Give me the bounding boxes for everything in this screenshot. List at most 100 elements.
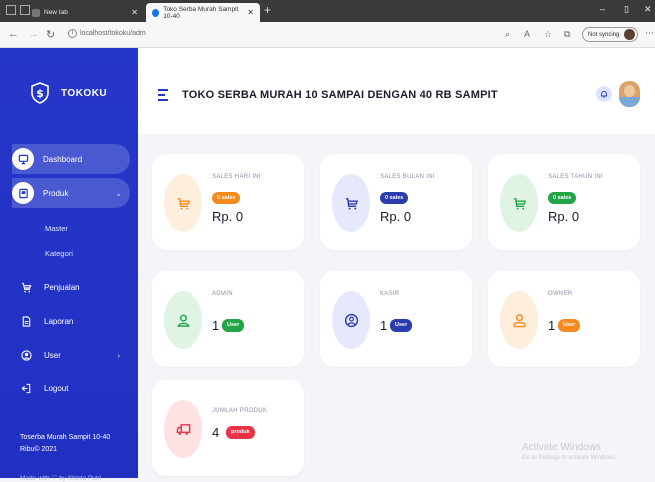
sidebar-item-label: Dashboard <box>43 154 83 164</box>
url-input[interactable]: localhost/tokoku/adm <box>80 30 146 37</box>
status-badge: User <box>222 319 245 332</box>
chevron-right-icon: › <box>117 350 120 360</box>
sidebar-item-penjualan[interactable]: Penjualan <box>20 272 80 302</box>
footer-credit: Made with ♡ by Shinta Putri <box>20 475 102 482</box>
profile-avatar <box>624 29 635 40</box>
user-avatar[interactable] <box>619 81 640 107</box>
card-label: JUMLAH PRODUK <box>212 408 268 414</box>
sidebar-subitem-master[interactable]: Master <box>45 224 68 233</box>
forward-icon[interactable]: → <box>28 28 39 40</box>
search-icon[interactable]: ⌕ <box>505 29 510 40</box>
card-count: 4 <box>212 425 220 440</box>
cart-icon <box>332 174 370 232</box>
status-badge: User <box>390 319 413 332</box>
document-icon <box>20 315 32 327</box>
sidebar-item-label: Logout <box>44 383 69 393</box>
more-icon[interactable]: ⋯ <box>645 28 654 39</box>
card-sales-month: SALES BULAN INI 0 sales Rp. 0 <box>320 154 472 250</box>
card-count: 1 <box>212 318 220 333</box>
card-count: 1 <box>548 318 556 333</box>
user-icon <box>500 291 538 349</box>
address-bar-row: ← → ↻ i localhost/tokoku/adm ⌕ A ☆ ⧉ Not… <box>0 22 655 48</box>
sidebar-item-label: Produk <box>43 188 69 198</box>
cart-icon <box>164 174 202 232</box>
footer-line1: Toserba Murah Sampit 10-40 <box>20 434 111 441</box>
card-label: KASIR <box>380 291 400 297</box>
card-label: SALES HARI INI <box>212 174 261 180</box>
tab-label: New tab <box>44 9 68 16</box>
sidebar-item-label: Laporan <box>44 316 74 326</box>
tab-active[interactable]: Toko Serba Murah Sampit 10-40 ✕ <box>146 3 260 22</box>
sidebar-item-laporan[interactable]: Laporan <box>20 306 73 336</box>
sidebar-item-dashboard[interactable]: Dashboard <box>12 144 130 174</box>
sidebar-item-logout[interactable]: Logout <box>20 373 68 403</box>
card-label: OWNER <box>548 291 573 297</box>
monitor-icon <box>12 148 34 170</box>
new-tab-icon[interactable]: + <box>264 3 271 17</box>
cart-icon <box>20 281 32 293</box>
windows-activation-watermark: Activate Windows Go to Settings to activ… <box>522 442 617 461</box>
card-label: SALES BULAN INI <box>380 174 435 180</box>
status-badge: User <box>558 319 581 332</box>
cart-icon <box>500 174 538 232</box>
close-tab-icon[interactable]: ✕ <box>247 8 254 17</box>
watermark-subtitle: Go to Settings to activate Windows. <box>522 455 617 461</box>
info-icon[interactable]: i <box>68 29 77 38</box>
minimize-icon[interactable]: – <box>600 4 605 14</box>
sidebar-item-user[interactable]: User › <box>20 340 128 370</box>
sync-label: Not syncing <box>588 31 620 38</box>
page-title: TOKO SERBA MURAH 10 SAMPAI DENGAN 40 RB … <box>182 89 498 101</box>
brand-name: TOKOKU <box>61 87 108 99</box>
tab-favicon-icon <box>152 8 160 17</box>
notification-bell-icon[interactable] <box>596 86 612 102</box>
card-label: SALES TAHUN INI <box>548 174 603 180</box>
card-label: ADMIN <box>212 291 233 297</box>
close-window-icon[interactable]: ✕ <box>644 4 652 15</box>
menu-toggle-icon[interactable] <box>158 89 168 104</box>
brand[interactable]: $ TOKOKU <box>31 82 107 104</box>
globe-user-icon <box>332 291 370 349</box>
user-icon <box>164 291 202 349</box>
card-count: 1 <box>380 318 388 333</box>
card-value: Rp. 0 <box>380 209 412 224</box>
card-kasir: KASIR 1 User <box>320 271 472 367</box>
truck-icon <box>164 400 202 458</box>
status-badge: 0 sales <box>212 192 241 204</box>
read-aloud-icon[interactable]: A <box>524 29 530 39</box>
logout-icon <box>20 382 32 394</box>
status-badge: produk <box>226 426 255 439</box>
sidebar-item-label: User <box>44 350 61 360</box>
close-tab-icon[interactable]: ✕ <box>131 8 138 17</box>
back-icon[interactable]: ← <box>8 28 19 40</box>
chevron-down-icon: ⌄ <box>115 188 122 198</box>
refresh-icon[interactable]: ↻ <box>46 28 55 41</box>
sidebar-footer: Toserba Murah Sampit 10-40 Ribu© 2021 <box>20 432 130 456</box>
status-badge: 0 sales <box>380 192 409 204</box>
user-circle-icon <box>20 349 32 361</box>
tab-label: Toko Serba Murah Sampit 10-40 <box>163 5 239 20</box>
sync-button[interactable]: Not syncing <box>582 27 638 42</box>
card-products: JUMLAH PRODUK 4 produk <box>152 380 304 476</box>
card-value: Rp. 0 <box>212 209 244 224</box>
favorites-icon[interactable]: ☆ <box>544 29 552 40</box>
card-sales-today: SALES HARI INI 0 sales Rp. 0 <box>152 154 304 250</box>
sidebar: $ TOKOKU Dashboard Produk ⌄ Master Kateg… <box>0 48 138 482</box>
top-header: TOKO SERBA MURAH 10 SAMPAI DENGAN 40 RB … <box>138 48 655 134</box>
sidebar-item-label: Penjualan <box>44 282 80 292</box>
window-menu-icon[interactable] <box>6 5 16 15</box>
status-badge: 0 sales <box>548 192 577 204</box>
card-sales-year: SALES TAHUN INI 0 sales Rp. 0 <box>488 154 640 250</box>
watermark-title: Activate Windows <box>522 442 601 453</box>
tab-favicon-icon <box>32 8 40 17</box>
maximize-icon[interactable]: ▯ <box>624 4 629 15</box>
sidebar-item-produk[interactable]: Produk ⌄ <box>12 178 130 208</box>
tab-new-tab[interactable]: New tab ✕ <box>26 3 144 22</box>
card-owner: OWNER 1 User <box>488 271 640 367</box>
browser-tab-bar: New tab ✕ Toko Serba Murah Sampit 10-40 … <box>0 0 655 22</box>
collections-icon[interactable]: ⧉ <box>564 29 570 40</box>
footer-line2: Ribu© 2021 <box>20 446 58 453</box>
card-value: Rp. 0 <box>548 209 580 224</box>
svg-text:$: $ <box>36 87 44 100</box>
sidebar-subitem-kategori[interactable]: Kategori <box>45 249 73 258</box>
card-admin: ADMIN 1 User <box>152 271 304 367</box>
